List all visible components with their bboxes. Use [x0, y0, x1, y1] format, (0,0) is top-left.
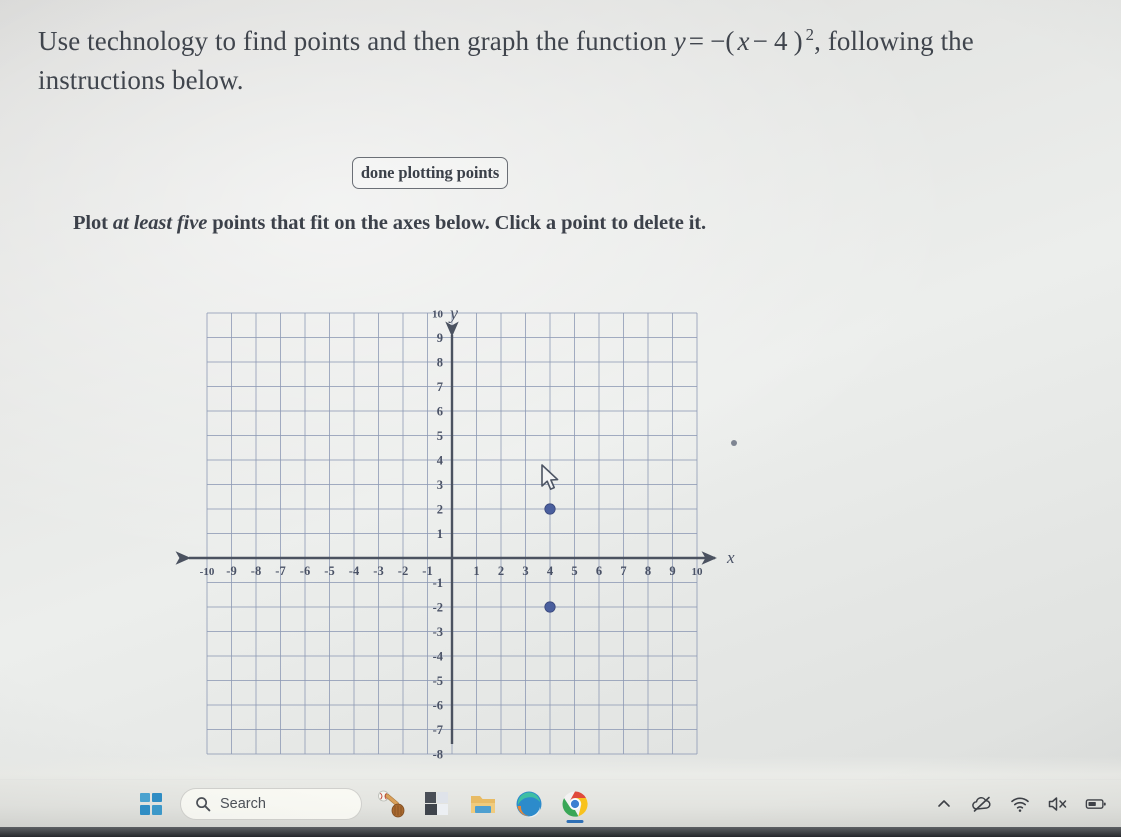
google-chrome-icon — [562, 790, 588, 817]
math-minus: − — [752, 26, 768, 56]
y-axis-title: y — [448, 303, 458, 323]
axes — [175, 321, 717, 744]
y-tick-label: 1 — [437, 527, 443, 541]
x-tick-label: 5 — [571, 564, 577, 578]
chevron-up-icon — [938, 799, 950, 807]
x-tick-label: 10 — [692, 566, 704, 578]
microsoft-edge-icon — [516, 791, 542, 817]
taskbar-app-baseball[interactable] — [368, 784, 414, 824]
plot-instruction: Plot at least five points that fit on th… — [73, 212, 706, 235]
taskbar-app-file-explorer[interactable] — [460, 784, 506, 824]
y-tick-label: 8 — [437, 356, 443, 370]
wifi-icon — [1011, 797, 1029, 812]
instruction-part-one: Plot — [73, 212, 113, 234]
x-tick-label: 9 — [669, 564, 675, 578]
office-app-icon — [425, 791, 448, 815]
y-tick-label: -1 — [433, 576, 443, 590]
instruction-part-two: points that fit on the axes below. Click… — [207, 212, 707, 234]
y-tick-label: -4 — [433, 650, 444, 664]
x-tick-label: -6 — [300, 564, 310, 578]
taskbar-app-google-chrome[interactable] — [552, 784, 598, 824]
volume-muted-icon — [1048, 796, 1067, 811]
y-tick-label: -5 — [433, 674, 443, 688]
taskbar-search-label: Search — [220, 795, 266, 812]
screen-bezel — [0, 827, 1121, 837]
y-tick-label: 7 — [437, 380, 443, 394]
x-tick-label: 2 — [498, 564, 504, 578]
prompt-text-after: , following the — [814, 26, 974, 56]
y-tick-label: -2 — [433, 601, 443, 615]
math-lhs: y — [673, 26, 686, 56]
x-tick-label: -7 — [275, 564, 285, 578]
done-plotting-points-label: done plotting points — [360, 163, 500, 182]
y-tick-label: 9 — [437, 331, 443, 345]
taskbar-app-office[interactable] — [414, 784, 460, 824]
x-tick-label: -5 — [324, 564, 334, 578]
dust-speck — [731, 440, 737, 446]
x-tick-label: 3 — [522, 564, 528, 578]
windows-logo-icon — [140, 792, 162, 815]
math-number: 4 — [773, 26, 788, 56]
cloud-off-icon — [972, 796, 991, 812]
prompt-text-before: Use technology to find points and then g… — [38, 26, 674, 56]
y-tick-label: 2 — [437, 503, 443, 517]
search-icon — [196, 796, 211, 811]
battery-button[interactable] — [1085, 793, 1107, 815]
instruction-emphasis: at least five — [112, 212, 208, 234]
y-tick-label: -6 — [433, 699, 443, 713]
y-tick-label: 5 — [437, 429, 443, 443]
math-variable: x — [737, 26, 750, 56]
math-exponent: 2 — [805, 25, 815, 44]
x-tick-label: -2 — [398, 564, 408, 578]
taskbar-app-microsoft-edge[interactable] — [506, 784, 552, 824]
math-rhs-suffix: ) — [793, 26, 803, 56]
y-tick-label: 10 — [432, 309, 444, 321]
coordinate-plane[interactable]: -10 -9 -8 -7 -6 -5 -4 -3 -2 -1 1 2 3 4 5 6 7 8 9 10 10 9 8 7 6 5 4… — [175, 262, 755, 782]
plotted-point[interactable] — [544, 601, 556, 613]
x-tick-label: -8 — [251, 564, 261, 578]
question-prompt: Use technology to find points and then g… — [38, 22, 1098, 100]
x-tick-label: 1 — [473, 564, 479, 578]
show-hidden-icons-button[interactable] — [933, 793, 955, 815]
running-indicator — [566, 819, 584, 823]
baseball-icon — [378, 790, 405, 817]
prompt-line-two: instructions below. — [38, 65, 244, 96]
y-tick-label: -7 — [433, 723, 443, 737]
math-rhs-prefix: −( — [710, 26, 735, 56]
battery-icon — [1085, 798, 1106, 809]
network-button[interactable] — [1009, 793, 1031, 815]
cloud-offline-button[interactable] — [971, 793, 993, 815]
plotted-point[interactable] — [544, 503, 556, 515]
x-tick-label: 7 — [620, 564, 626, 578]
x-tick-label: 4 — [547, 564, 554, 578]
start-button[interactable] — [128, 784, 174, 824]
taskbar-search-box[interactable]: Search — [180, 787, 362, 820]
math-expression: y = −(x −4) 2 — [673, 25, 815, 56]
x-tick-label: -10 — [200, 566, 215, 578]
x-tick-label: -3 — [373, 564, 383, 578]
x-tick-label: -1 — [422, 564, 432, 578]
y-tick-label: 4 — [437, 454, 444, 468]
windows-taskbar[interactable]: Search — [0, 779, 1121, 827]
y-tick-label: -3 — [433, 625, 443, 639]
x-tick-label: -9 — [226, 564, 236, 578]
volume-button[interactable] — [1047, 793, 1069, 815]
folder-icon — [471, 795, 495, 813]
x-tick-label: 6 — [596, 564, 602, 578]
y-tick-label: 3 — [437, 478, 443, 492]
graph-svg[interactable]: -10 -9 -8 -7 -6 -5 -4 -3 -2 -1 1 2 3 4 5 6 7 8 9 10 10 9 8 7 6 5 4… — [175, 262, 755, 782]
taskbar-center-group[interactable]: Search — [128, 784, 598, 824]
y-tick-label: 6 — [437, 405, 443, 419]
x-axis-title: x — [726, 548, 735, 567]
math-equals: = — [688, 26, 705, 56]
x-tick-label: 8 — [645, 564, 651, 578]
x-tick-label: -4 — [349, 564, 360, 578]
done-plotting-points-button[interactable]: done plotting points — [352, 157, 508, 189]
system-tray[interactable] — [933, 793, 1107, 815]
